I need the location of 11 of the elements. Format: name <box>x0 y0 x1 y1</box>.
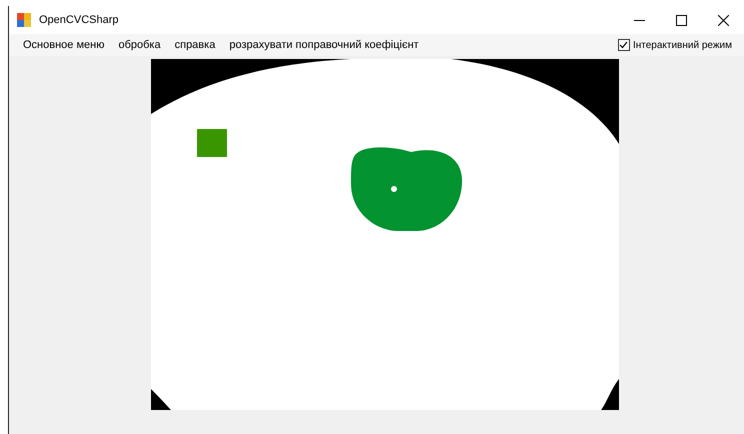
checkbox[interactable] <box>618 39 630 51</box>
maximize-icon <box>676 14 686 26</box>
app-icon <box>17 13 31 27</box>
check-icon <box>619 41 628 49</box>
menu-item[interactable]: обробка <box>111 36 168 54</box>
interactive-mode-checkbox[interactable]: Інтерактивний режим <box>618 38 732 52</box>
menu-item[interactable]: розрахувати поправочний коефіцієнт <box>222 36 426 54</box>
menu-item[interactable]: Основное меню <box>16 36 112 54</box>
window-title: OpenCVCSharp <box>39 12 118 28</box>
close-icon <box>718 14 728 26</box>
menu-item[interactable]: справка <box>168 36 222 54</box>
